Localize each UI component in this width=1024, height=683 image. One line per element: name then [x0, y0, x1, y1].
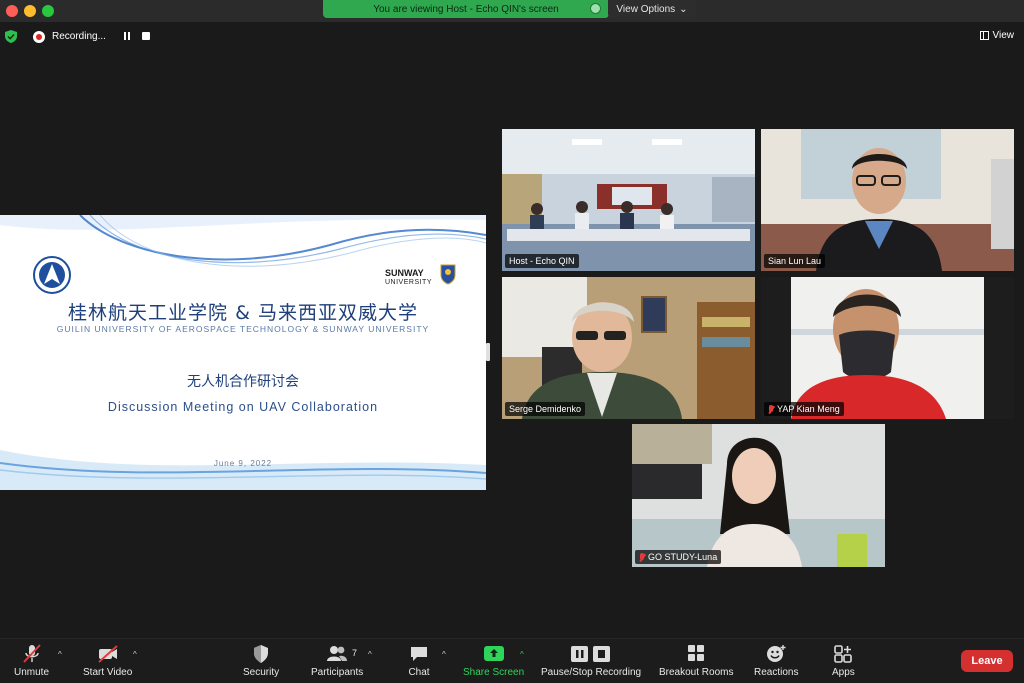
reactions-label: Reactions: [754, 667, 799, 678]
participant-name: Host - Echo QIN: [509, 256, 575, 266]
meeting-status-row: Recording... View: [0, 28, 1024, 46]
shared-screen-slide: SUNWAY UNIVERSITY 桂林航天工业学院 & 马来西亚双威大学 GU…: [0, 215, 486, 490]
slide-event-english: Discussion Meeting on UAV Collaboration: [107, 400, 379, 414]
muted-mic-icon: [768, 404, 774, 414]
participants-icon: [327, 646, 348, 661]
participant-name: YAP Kian Meng: [777, 404, 840, 414]
security-shield-icon: [254, 645, 269, 663]
video-tile-participant[interactable]: Sian Lun Lau: [761, 129, 1014, 271]
chat-options-caret[interactable]: ^: [442, 650, 446, 659]
video-off-icon: [97, 645, 118, 663]
video-feed-masked-participant: [761, 277, 1014, 419]
encryption-shield-icon[interactable]: [5, 30, 17, 43]
apps-button[interactable]: Apps: [832, 644, 855, 678]
reactions-smiley-icon: [767, 645, 786, 662]
zoom-window-button[interactable]: [42, 5, 54, 17]
video-feed-classroom: [502, 129, 755, 271]
video-feed-office-woman: [632, 424, 885, 567]
muted-microphone-icon: [22, 644, 41, 663]
chat-button[interactable]: Chat: [408, 644, 430, 678]
chevron-down-icon: ⌄: [679, 3, 688, 15]
unmute-label: Unmute: [14, 667, 50, 678]
video-tile-host[interactable]: Host - Echo QIN: [502, 129, 755, 271]
sunway-crest-icon: [440, 264, 456, 285]
participant-name: Serge Demidenko: [509, 404, 582, 414]
guilin-university-logo: [33, 256, 71, 294]
participant-name-tag: Host - Echo QIN: [505, 254, 579, 268]
share-screen-icon: [483, 646, 504, 661]
participant-name: GO STUDY-Luna: [648, 552, 718, 562]
security-label: Security: [243, 667, 280, 678]
view-options-button[interactable]: View Options ⌄: [608, 0, 696, 18]
layout-grid-icon: [979, 31, 989, 40]
slide-title-english: GUILIN UNIVERSITY OF AEROSPACE TECHNOLOG…: [56, 324, 430, 334]
slide-event-chinese: 无人机合作研讨会: [187, 374, 299, 390]
recording-icon: [33, 31, 45, 43]
stop-recording-icon[interactable]: [142, 32, 150, 40]
slide-date: June 9, 2022: [213, 459, 273, 468]
share-options-caret[interactable]: ^: [520, 650, 524, 659]
muted-mic-icon: [639, 552, 645, 562]
unmute-button[interactable]: Unmute: [14, 644, 49, 678]
video-tile-participant[interactable]: Serge Demidenko: [502, 277, 755, 419]
sunway-sub-text: UNIVERSITY: [385, 279, 433, 286]
participant-name: Sian Lun Lau: [768, 256, 822, 266]
share-screen-button[interactable]: Share Screen: [463, 644, 524, 678]
chat-label: Chat: [408, 667, 430, 678]
minimize-window-button[interactable]: [24, 5, 36, 17]
participants-label: Participants: [311, 667, 364, 678]
participant-name-tag: YAP Kian Meng: [764, 402, 844, 416]
video-tile-participant[interactable]: GO STUDY-Luna: [632, 424, 885, 567]
video-tile-participant[interactable]: YAP Kian Meng: [761, 277, 1014, 419]
view-layout-button[interactable]: View: [979, 30, 1015, 41]
breakout-rooms-label: Breakout Rooms: [659, 667, 734, 678]
apps-label: Apps: [832, 667, 855, 678]
apps-icon: [834, 645, 853, 663]
pause-recording-icon[interactable]: [123, 32, 131, 41]
participant-count-badge: 7: [352, 648, 358, 658]
chat-bubble-icon: [411, 647, 427, 661]
sharing-indicator-icon: [590, 3, 601, 14]
participant-name-tag: Serge Demidenko: [505, 402, 586, 416]
security-button[interactable]: Security: [243, 644, 279, 678]
leave-label: Leave: [971, 655, 1003, 667]
participants-options-caret[interactable]: ^: [368, 650, 372, 659]
recording-label: Recording...: [52, 31, 106, 42]
video-feed-study: [502, 277, 755, 419]
start-video-label: Start Video: [83, 667, 133, 678]
close-window-button[interactable]: [6, 5, 18, 17]
breakout-rooms-icon: [688, 645, 705, 661]
start-video-button[interactable]: Start Video: [83, 644, 132, 678]
leave-meeting-button[interactable]: Leave: [961, 650, 1013, 672]
pause-stop-recording-button[interactable]: Pause/Stop Recording: [541, 644, 641, 678]
participant-name-tag: Sian Lun Lau: [764, 254, 826, 268]
sunway-university-logo: SUNWAY UNIVERSITY: [385, 268, 432, 288]
audio-options-caret[interactable]: ^: [58, 650, 62, 659]
pause-stop-recording-label: Pause/Stop Recording: [541, 667, 642, 678]
video-feed-office: [761, 129, 1014, 271]
participant-name-tag: GO STUDY-Luna: [635, 550, 722, 564]
view-layout-label: View: [992, 30, 1015, 41]
video-options-caret[interactable]: ^: [133, 650, 137, 659]
viewing-screen-banner: You are viewing Host - Echo QIN's screen: [323, 0, 609, 18]
reactions-button[interactable]: Reactions: [754, 644, 798, 678]
viewing-banner-label: You are viewing Host - Echo QIN's screen: [373, 3, 559, 15]
breakout-rooms-button[interactable]: Breakout Rooms: [659, 644, 733, 678]
sunway-brand-text: SUNWAY: [385, 268, 424, 278]
share-screen-label: Share Screen: [463, 667, 525, 678]
slide-wave-background: [0, 215, 486, 490]
split-view-divider[interactable]: [486, 343, 490, 361]
slide-title-chinese: 桂林航天工业学院 & 马来西亚双威大学: [68, 302, 418, 324]
pause-stop-recording-icon: [571, 646, 611, 662]
view-options-label: View Options: [616, 3, 676, 15]
